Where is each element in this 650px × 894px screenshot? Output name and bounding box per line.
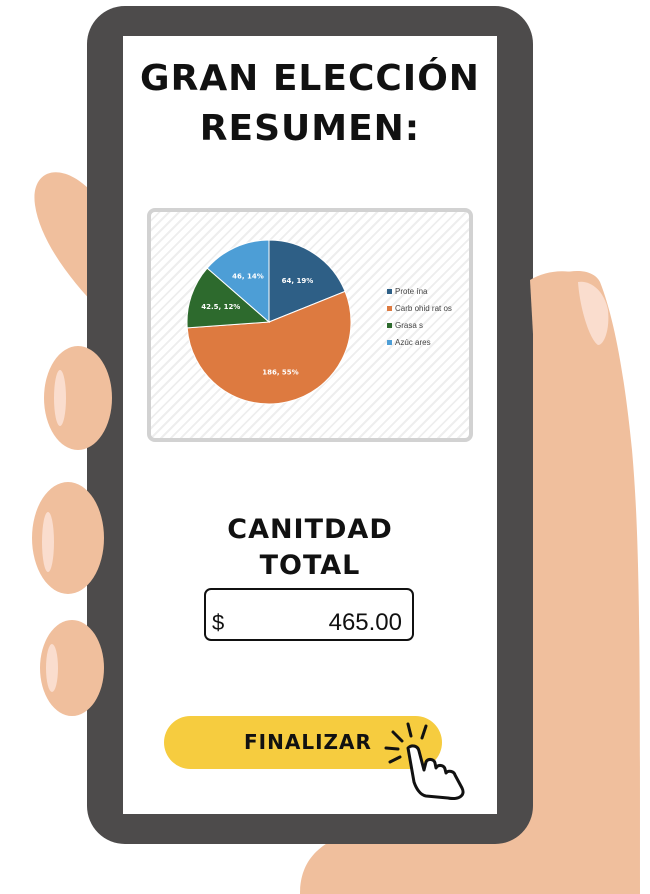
data-label-sugars: 46, 14% xyxy=(232,273,264,281)
total-label-line1: CANITDAD xyxy=(227,514,393,545)
total-label-line2: TOTAL xyxy=(259,550,361,581)
page-title-line2: RESUMEN: xyxy=(199,108,421,149)
total-amount-field: $ 465.00 xyxy=(204,588,414,641)
pie-chart: 64, 19% 186, 55% 42.5, 12% 46, 14% Prote ína… xyxy=(186,239,452,405)
data-label-fats: 42.5, 12% xyxy=(201,303,240,311)
nutrition-chart-card: 64, 19% 186, 55% 42.5, 12% 46, 14% Prote ína… xyxy=(147,208,473,442)
legend-swatch-carbohydrates xyxy=(387,306,392,311)
data-label-protein: 64, 19% xyxy=(282,277,314,285)
finish-button-label: FINALIZAR xyxy=(244,730,372,754)
legend-swatch-fats xyxy=(387,323,392,328)
total-amount: 465.00 xyxy=(328,609,402,636)
legend-item-protein: Prote ína xyxy=(395,287,428,296)
legend-item-sugars: Azúc ares xyxy=(395,338,431,347)
legend-item-carbohydrates: Carb ohid rat os xyxy=(395,304,452,313)
legend-swatch-protein xyxy=(387,289,392,294)
legend-item-fats: Grasa s xyxy=(395,321,423,330)
data-label-carbohydrates: 186, 55% xyxy=(262,369,298,377)
legend-swatch-sugars xyxy=(387,340,392,345)
page-title-line1: GRAN ELECCIÓN xyxy=(140,58,480,99)
app-screen: GRAN ELECCIÓN RESUMEN: 64, 19% 186, 55% 42… xyxy=(123,36,497,814)
pointing-hand-click-icon xyxy=(384,722,465,800)
currency-symbol: $ xyxy=(212,610,225,635)
